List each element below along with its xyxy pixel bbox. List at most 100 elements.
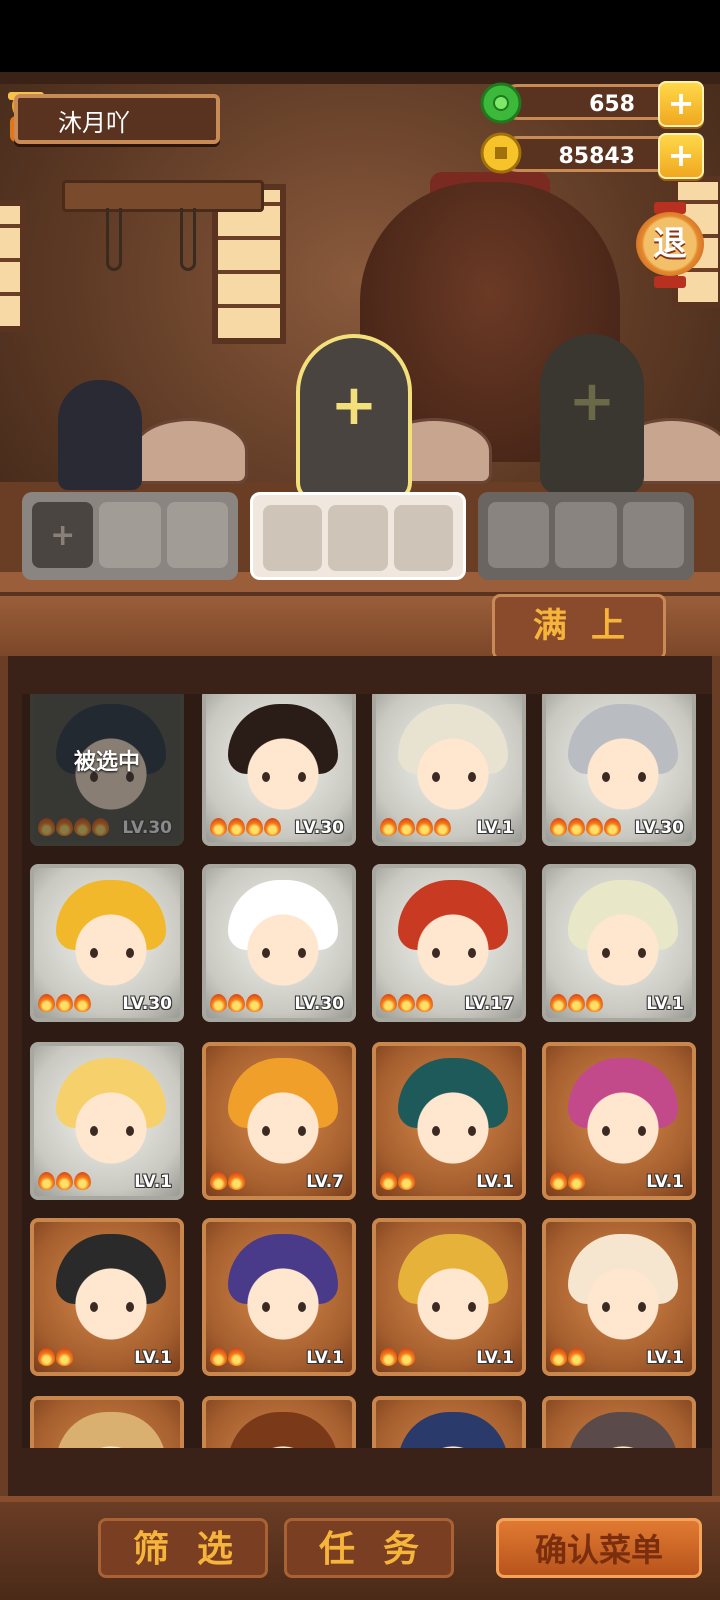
green-jade-icon [480, 82, 522, 124]
character-card[interactable]: LV.1 [372, 1042, 526, 1200]
slot-group-1: + [22, 492, 238, 580]
character-face [233, 1068, 333, 1168]
exit-button[interactable]: 退 [632, 202, 708, 288]
rank-flames [38, 1172, 91, 1190]
filter-button[interactable]: 筛选 [98, 1518, 268, 1578]
character-eyes [426, 1302, 482, 1312]
flame-icon [380, 818, 397, 836]
flame-icon [398, 994, 415, 1012]
selected-label: 被选中 [73, 750, 140, 775]
character-card[interactable]: LV.1 [30, 1042, 184, 1200]
character-card[interactable]: LV.1 [202, 1218, 356, 1376]
flame-icon [416, 818, 433, 836]
character-grid[interactable]: LV.30被选中 LV.30 LV.1 LV.30 LV.30 LV.30 LV.17 LV.… [22, 694, 712, 1448]
character-card[interactable]: LV.1 [542, 1042, 696, 1200]
ingredient-slot[interactable] [622, 502, 684, 568]
character-level: LV.7 [306, 1172, 344, 1192]
task-label: 任务 [318, 1529, 447, 1570]
rank-flames [210, 994, 263, 1012]
fill-up-button[interactable]: 满上 [492, 594, 666, 660]
character-card[interactable]: LV.1 [372, 694, 526, 846]
character-level: LV.30 [122, 994, 172, 1014]
window [0, 200, 26, 332]
character-level: LV.1 [134, 1348, 172, 1368]
character-face [61, 1068, 161, 1168]
hook [180, 208, 196, 271]
character-eyes [596, 1302, 652, 1312]
empty-chef-slot[interactable]: + [296, 334, 412, 502]
character-eyes [256, 948, 312, 958]
flame-icon [568, 1348, 585, 1366]
character-face [233, 714, 333, 814]
character-face [403, 1068, 503, 1168]
character-card[interactable]: LV.1 [30, 1218, 184, 1376]
flame-icon [550, 818, 567, 836]
character-card[interactable]: LV.1 [542, 864, 696, 1022]
character-card[interactable]: LV.30被选中 [30, 694, 184, 846]
flame-icon [246, 818, 263, 836]
rank-flames [38, 1348, 73, 1366]
ingredient-slot[interactable] [166, 502, 228, 568]
character-face [233, 890, 333, 990]
seated-chef [58, 380, 142, 490]
flame-icon [434, 818, 451, 836]
character-face [573, 890, 673, 990]
flame-icon [56, 994, 73, 1012]
ingredient-slot[interactable] [488, 502, 550, 568]
slot-group-2 [250, 492, 466, 580]
rank-flames [380, 994, 433, 1012]
clay-pot [132, 418, 248, 484]
character-card[interactable] [30, 1396, 184, 1448]
rank-flames [380, 818, 451, 836]
character-face [403, 714, 503, 814]
flame-icon [228, 1172, 245, 1190]
character-level: LV.1 [646, 994, 684, 1014]
character-card[interactable]: LV.30 [30, 864, 184, 1022]
ingredient-slot[interactable] [328, 505, 388, 571]
flame-icon [568, 818, 585, 836]
add-jade-button[interactable]: + [658, 81, 704, 127]
character-card[interactable] [202, 1396, 356, 1448]
flame-icon [604, 818, 621, 836]
exit-label: 退 [636, 212, 704, 276]
task-button[interactable]: 任务 [284, 1518, 454, 1578]
character-eyes [256, 1302, 312, 1312]
character-card[interactable] [372, 1396, 526, 1448]
character-level: LV.30 [294, 994, 344, 1014]
ingredient-slot[interactable] [99, 502, 161, 568]
ingredient-slot[interactable] [263, 505, 323, 571]
flame-icon [56, 1172, 73, 1190]
character-card[interactable]: LV.7 [202, 1042, 356, 1200]
add-slot-button[interactable]: + [32, 502, 94, 568]
character-eyes [426, 1126, 482, 1136]
character-card[interactable]: LV.17 [372, 864, 526, 1022]
rank-flames [550, 818, 621, 836]
slot-group-3 [478, 492, 694, 580]
confirm-menu-label: 确认菜单 [534, 1531, 663, 1569]
character-eyes [256, 772, 312, 782]
character-card[interactable]: LV.1 [542, 1218, 696, 1376]
character-card[interactable]: LV.1 [372, 1218, 526, 1376]
rank-flames [210, 1348, 245, 1366]
character-level: LV.17 [464, 994, 514, 1014]
flame-icon [210, 1348, 227, 1366]
character-card[interactable] [542, 1396, 696, 1448]
character-level: LV.1 [134, 1172, 172, 1192]
ingredient-slot[interactable] [393, 505, 453, 571]
rank-flames [550, 1348, 585, 1366]
flame-icon [210, 1172, 227, 1190]
confirm-menu-button[interactable]: 确认菜单 [496, 1518, 702, 1578]
character-card[interactable]: LV.30 [202, 694, 356, 846]
character-eyes [596, 948, 652, 958]
flame-icon [380, 994, 397, 1012]
status-bar [0, 0, 720, 72]
character-face [233, 1244, 333, 1344]
flame-icon [74, 994, 91, 1012]
character-card[interactable]: LV.30 [542, 694, 696, 846]
add-coin-button[interactable]: + [658, 133, 704, 179]
character-level: LV.1 [476, 1348, 514, 1368]
ingredient-slot[interactable] [555, 502, 617, 568]
empty-chef-slot[interactable]: + [540, 334, 644, 494]
flame-icon [228, 994, 245, 1012]
character-card[interactable]: LV.30 [202, 864, 356, 1022]
